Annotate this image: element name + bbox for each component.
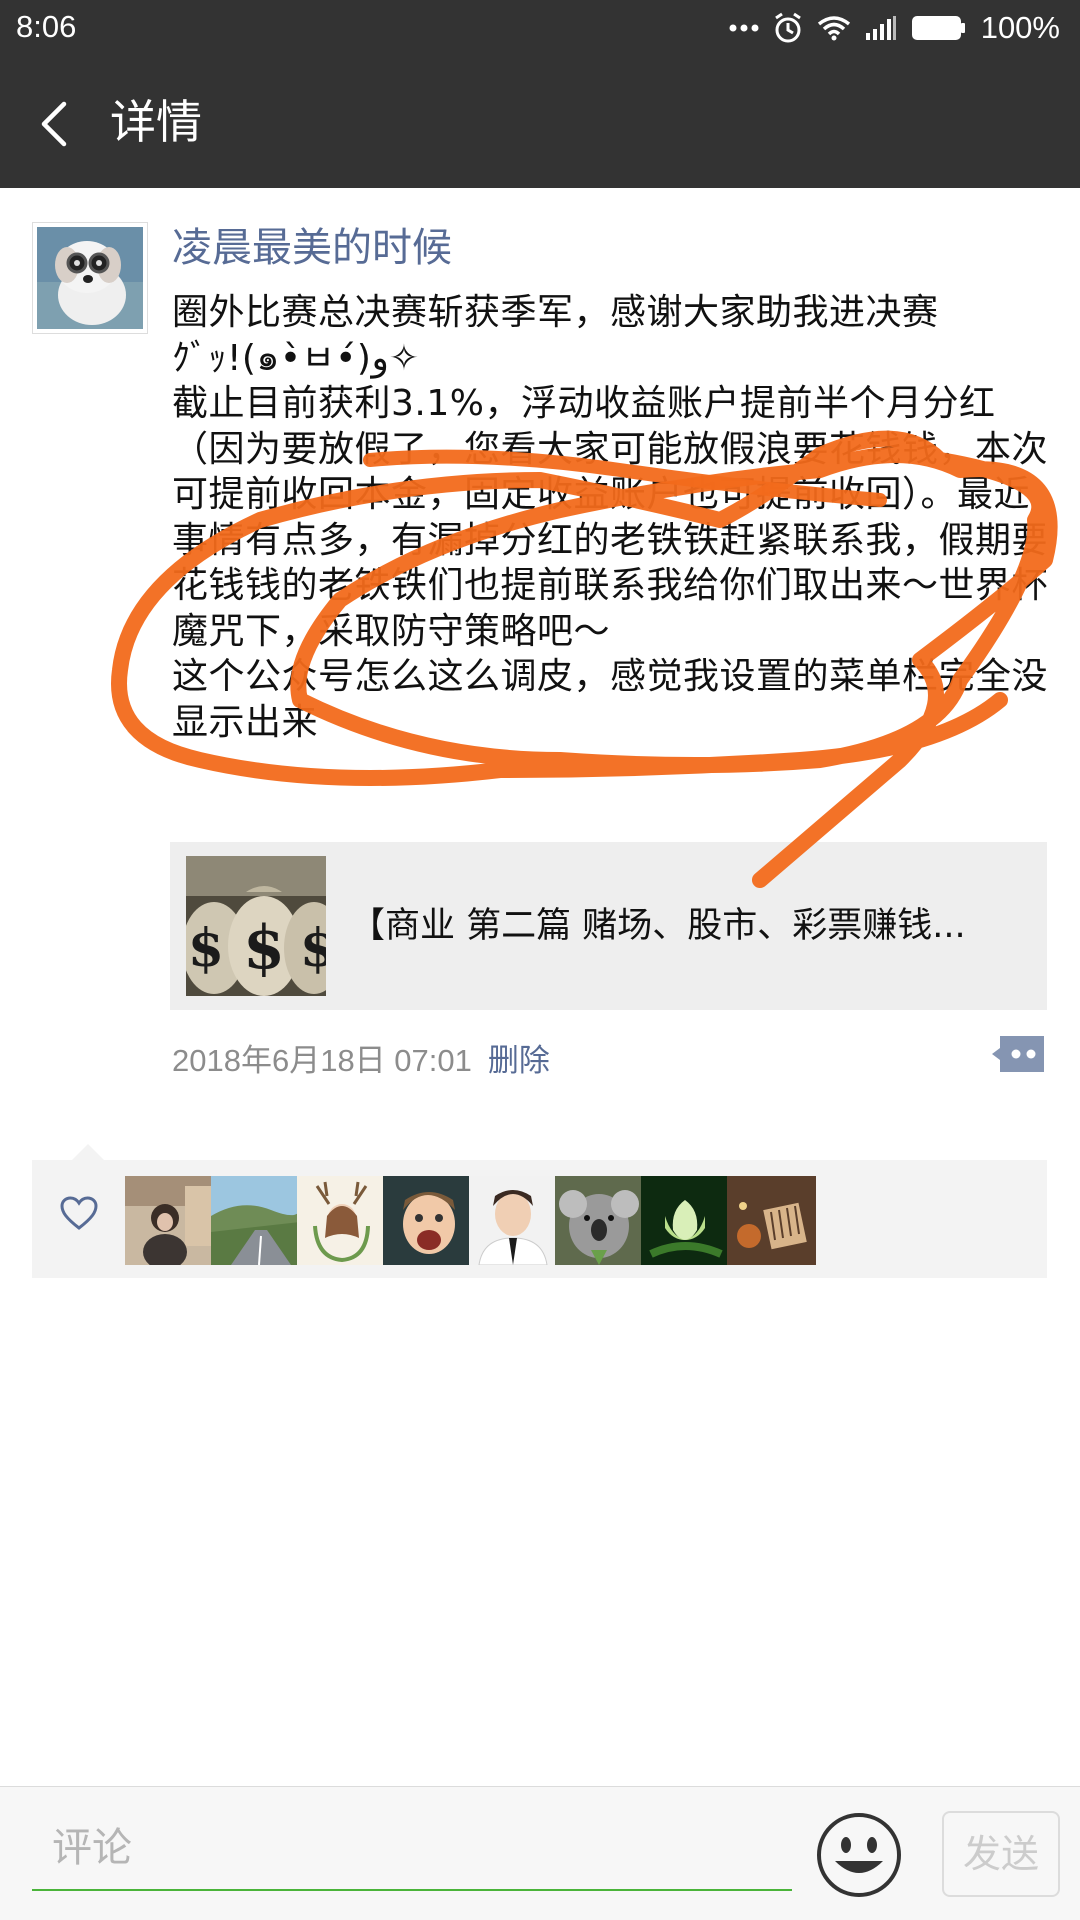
liker-avatar[interactable]: [555, 1176, 644, 1265]
liker-avatar[interactable]: [727, 1176, 816, 1265]
svg-text:$: $: [300, 918, 326, 979]
shared-link-card[interactable]: $ $ $ 【商业 第二篇 赌场、股市、彩票赚钱...: [170, 842, 1047, 1010]
dog-avatar-image: [37, 227, 143, 329]
delete-link[interactable]: 删除: [488, 1035, 550, 1080]
nav-bar: 详情: [0, 58, 1080, 188]
battery-percent: 100%: [980, 10, 1060, 45]
money-bags-thumbnail: $ $ $: [186, 856, 326, 996]
signal-icon: [865, 16, 896, 40]
author-avatar[interactable]: [32, 222, 148, 334]
comment-input[interactable]: [32, 1807, 792, 1891]
liker-avatar[interactable]: [125, 1176, 214, 1265]
comment-bar: 发送: [0, 1786, 1080, 1920]
emoji-icon[interactable]: [815, 1811, 903, 1899]
shared-link-title: 【商业 第二篇 赌场、股市、彩票赚钱...: [350, 906, 966, 946]
wifi-icon: [817, 16, 850, 41]
post-text: 圈外比赛总决赛斩获季军，感谢大家助我进决赛 ｸﾞｯ!(๑•̀ㅂ•́)و✧ 截止目…: [172, 292, 1049, 743]
liker-avatar[interactable]: [383, 1176, 472, 1265]
comment-menu-icon[interactable]: [990, 1034, 1046, 1074]
back-chevron-icon[interactable]: [30, 96, 80, 152]
battery-icon: [911, 16, 965, 40]
alarm-icon: [774, 12, 801, 43]
liker-avatar[interactable]: [297, 1176, 386, 1265]
likes-panel: [32, 1144, 1047, 1278]
svg-text:$: $: [243, 913, 285, 983]
author-name[interactable]: 凌晨最美的时候: [172, 220, 452, 276]
liker-avatar[interactable]: [641, 1176, 730, 1265]
post-date: 2018年6月18日 07:01: [172, 1042, 472, 1078]
status-bar: 8:06 100%: [0, 0, 1080, 58]
post-meta: 2018年6月18日 07:01 删除: [172, 1035, 550, 1079]
svg-text:$: $: [188, 918, 224, 979]
heart-icon: [60, 1196, 98, 1230]
more-dots-icon: [729, 24, 759, 32]
send-button[interactable]: 发送: [942, 1811, 1060, 1897]
status-icons: 100%: [729, 8, 1060, 48]
page-title: 详情: [110, 95, 202, 149]
status-time: 8:06: [16, 9, 77, 44]
liker-avatar[interactable]: [211, 1176, 300, 1265]
liker-avatar[interactable]: [469, 1176, 558, 1265]
